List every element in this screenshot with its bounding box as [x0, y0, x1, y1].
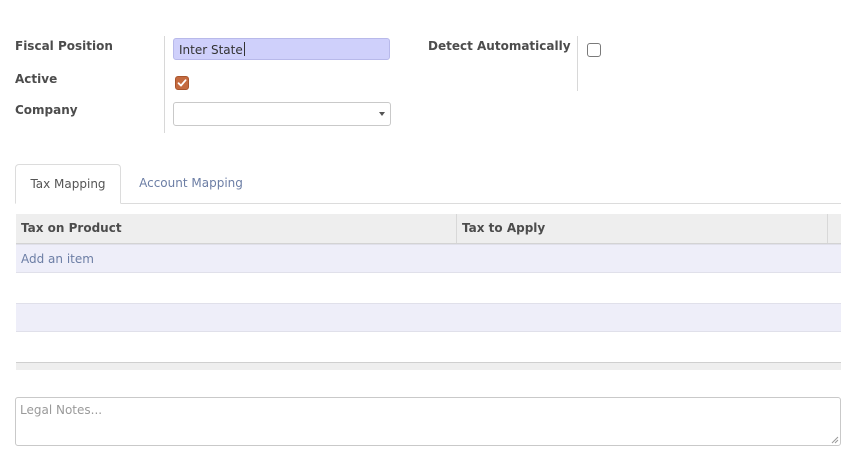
field-separator-left: [164, 36, 165, 133]
active-label: Active: [15, 72, 58, 86]
column-header-tax-on-product[interactable]: Tax on Product: [21, 214, 122, 243]
table-footer: [16, 362, 841, 370]
active-checkbox[interactable]: [175, 76, 189, 90]
fiscal-position-label: Fiscal Position: [15, 39, 113, 53]
column-header-tax-to-apply[interactable]: Tax to Apply: [462, 214, 545, 243]
legal-notes-placeholder: Legal Notes...: [20, 403, 103, 417]
tab-account-mapping[interactable]: Account Mapping: [126, 164, 256, 204]
detect-automatically-label: Detect Automatically: [428, 39, 571, 53]
checkmark-icon: [177, 79, 187, 87]
table-row: [16, 333, 841, 362]
table-header: Tax on Product Tax to Apply: [16, 214, 841, 244]
company-select[interactable]: [173, 102, 391, 126]
legal-notes-textarea[interactable]: Legal Notes...: [15, 397, 841, 446]
company-label: Company: [15, 103, 78, 117]
table-row: [16, 303, 841, 332]
fiscal-position-value: Inter State: [179, 43, 243, 57]
fiscal-position-input[interactable]: Inter State: [173, 38, 390, 60]
chevron-down-icon: [379, 112, 385, 116]
add-item-link[interactable]: Add an item: [21, 245, 94, 274]
detect-automatically-checkbox[interactable]: [587, 43, 601, 57]
table-row: Add an item: [16, 244, 841, 273]
column-divider: [827, 214, 828, 243]
resize-grip-icon[interactable]: [830, 435, 839, 444]
text-cursor: [243, 42, 245, 56]
tab-tax-mapping[interactable]: Tax Mapping: [15, 164, 121, 204]
table-row: [16, 274, 841, 303]
field-separator-right: [577, 36, 578, 91]
column-divider: [456, 214, 457, 243]
